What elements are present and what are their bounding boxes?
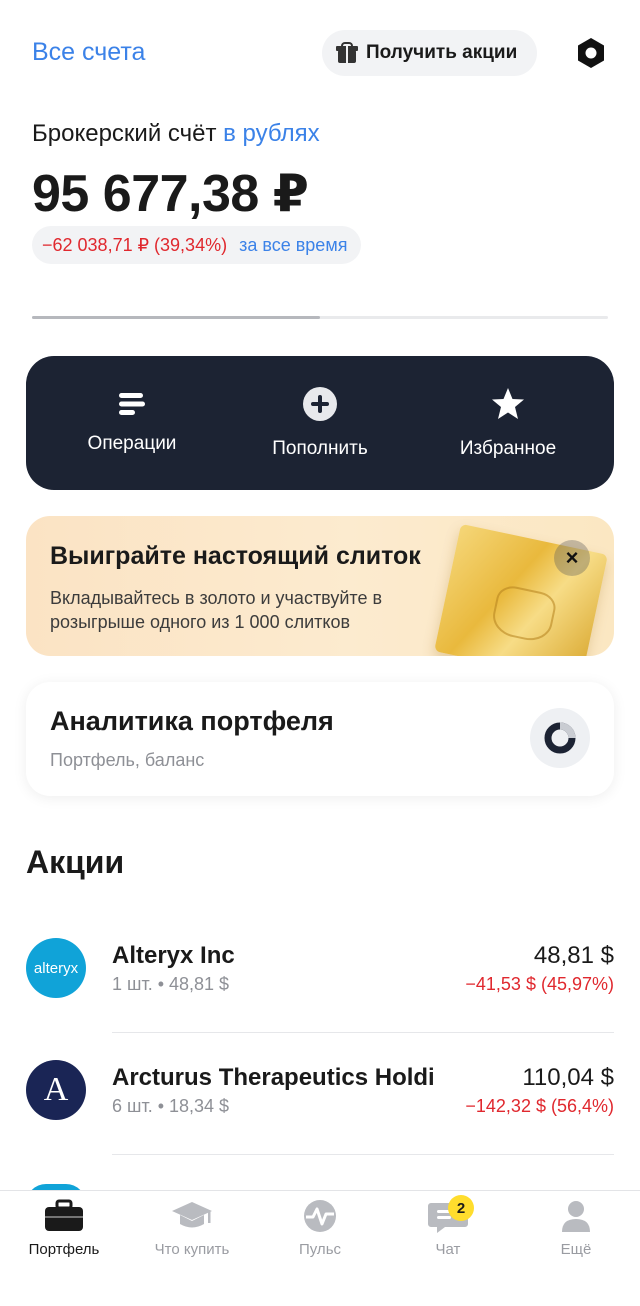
analytics-title: Аналитика портфеля — [50, 706, 334, 736]
tab-label: Портфель — [28, 1241, 100, 1258]
stock-name: Arcturus Therapeutics Holdi — [112, 1064, 435, 1091]
stock-price: 110,04 $ — [522, 1064, 614, 1091]
get-shares-label: Получить акции — [366, 42, 518, 63]
top-bar: Все счета Получить акции — [0, 0, 640, 110]
stock-profit-loss: −142,32 $ (56,4%) — [465, 1096, 614, 1116]
operations-icon — [119, 393, 145, 415]
stock-price: 48,81 $ — [533, 942, 614, 969]
gold-promo-banner[interactable]: Выиграйте настоящий слиток Вкладывайтесь… — [26, 516, 614, 656]
accounts-carousel-indicator-fill — [32, 316, 320, 319]
donut-chart-icon — [530, 708, 590, 768]
row-divider — [112, 1154, 614, 1155]
quick-actions-panel: Операции Пополнить Избранное — [26, 356, 614, 490]
balance-change-period[interactable]: за все время — [239, 235, 347, 256]
account-title-prefix: Брокерский счёт — [32, 120, 217, 147]
stock-quantity: 1 шт. • 48,81 $ — [112, 974, 230, 994]
operations-button[interactable]: Операции — [42, 391, 222, 455]
graduation-cap-icon — [170, 1199, 214, 1233]
balance-change-value: −62 038,71 ₽ (39,34%) — [42, 234, 228, 255]
favorites-button[interactable]: Избранное — [418, 386, 598, 460]
tab-label: Что купить — [154, 1241, 230, 1258]
chat-unread-badge: 2 — [448, 1195, 474, 1221]
close-icon[interactable]: × — [554, 540, 590, 576]
plus-circle-icon — [303, 387, 337, 421]
operations-label: Операции — [87, 433, 177, 454]
stock-row-alteryx[interactable]: alteryx Alteryx Inc 1 шт. • 48,81 $ 48,8… — [0, 938, 640, 1060]
pulse-icon — [298, 1199, 342, 1233]
chat-icon: 2 — [426, 1195, 474, 1233]
briefcase-icon — [42, 1199, 86, 1233]
accounts-carousel-indicator — [32, 316, 608, 319]
promo-text: Вкладывайтесь в золото и участвуйте в ро… — [50, 588, 383, 632]
tab-what-to-buy[interactable]: Что купить — [128, 1199, 256, 1258]
all-accounts-link[interactable]: Все счета — [32, 38, 145, 67]
row-divider — [112, 1032, 614, 1033]
stock-quantity: 6 шт. • 18,34 $ — [112, 1096, 230, 1116]
get-shares-button[interactable]: Получить акции — [322, 30, 538, 76]
gift-icon — [336, 42, 358, 64]
promo-title: Выиграйте настоящий слиток — [50, 542, 421, 570]
stock-name: Alteryx Inc — [112, 942, 235, 969]
stocks-section-title: Акции — [26, 844, 125, 880]
tab-label: Пульс — [298, 1241, 342, 1258]
top-up-label: Пополнить — [272, 438, 368, 459]
bottom-tab-bar: Портфель Что купить Пульс 2 Чат Ещё — [0, 1190, 640, 1306]
profile-icon — [554, 1199, 598, 1233]
tab-more[interactable]: Ещё — [512, 1199, 640, 1258]
portfolio-analytics-card[interactable]: Аналитика портфеля Портфель, баланс — [26, 682, 614, 796]
arcturus-logo: A — [26, 1060, 86, 1120]
tab-chat[interactable]: 2 Чат — [384, 1195, 512, 1258]
tab-label: Чат — [435, 1241, 461, 1258]
stock-profit-loss: −41,53 $ (45,97%) — [465, 974, 614, 994]
settings-icon[interactable] — [574, 36, 608, 70]
tab-portfolio[interactable]: Портфель — [0, 1199, 128, 1258]
balance-change-pill[interactable]: −62 038,71 ₽ (39,34%) за все время — [32, 226, 362, 264]
account-balance: 95 677,38 ₽ — [32, 165, 309, 223]
tab-label: Ещё — [560, 1241, 592, 1258]
stock-row-arcturus[interactable]: A Arcturus Therapeutics Holdi 6 шт. • 18… — [0, 1060, 640, 1182]
analytics-subtitle: Портфель, баланс — [50, 750, 205, 770]
account-currency[interactable]: в рублях — [223, 120, 319, 147]
alteryx-logo: alteryx — [26, 938, 86, 998]
favorites-label: Избранное — [459, 438, 557, 459]
top-up-button[interactable]: Пополнить — [230, 386, 410, 460]
star-icon — [492, 388, 524, 419]
account-title[interactable]: Брокерский счёт в рублях — [32, 120, 320, 148]
tab-pulse[interactable]: Пульс — [256, 1199, 384, 1258]
